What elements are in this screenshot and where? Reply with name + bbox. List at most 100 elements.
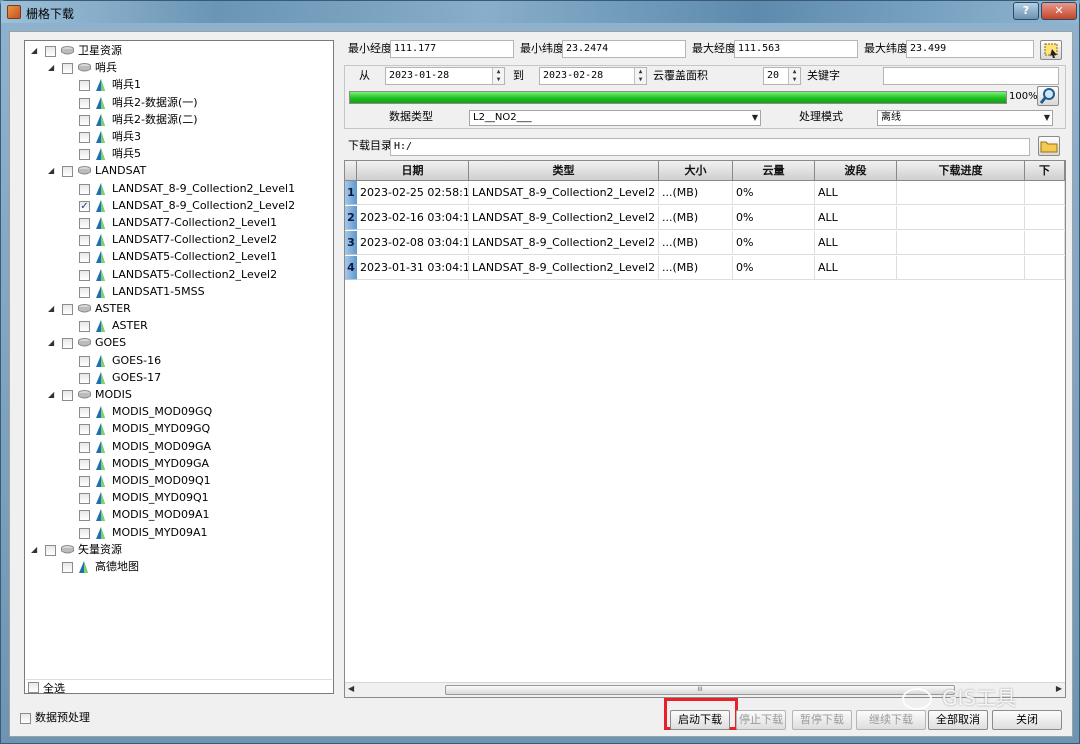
browse-folder-button[interactable] xyxy=(1038,136,1060,156)
tree-checkbox[interactable] xyxy=(79,407,90,419)
preprocess-checkbox[interactable] xyxy=(20,713,31,724)
table-cell[interactable] xyxy=(897,206,1025,230)
table-cell[interactable]: LANDSAT_8-9_Collection2_Level2 xyxy=(469,181,659,205)
tree-checkbox[interactable] xyxy=(62,562,73,573)
keyword-field[interactable] xyxy=(883,67,1059,85)
close-button[interactable]: 关闭 xyxy=(992,710,1062,730)
scroll-left-icon[interactable]: ◀ xyxy=(348,684,354,693)
tree-item--5[interactable]: 哨兵5 xyxy=(25,146,325,162)
tree-item[interactable]: 高德地图 xyxy=(25,559,325,575)
from-date-spinner[interactable]: ▲ ▼ xyxy=(492,68,504,84)
table-cell[interactable]: 0% xyxy=(733,231,815,255)
to-date-field[interactable]: 2023-02-28 ▲ ▼ xyxy=(539,67,647,85)
cloud-spinner[interactable]: ▲ ▼ xyxy=(788,68,800,84)
table-cell[interactable]: ALL xyxy=(815,181,897,205)
min-lon-field[interactable]: 111.177 xyxy=(390,40,514,58)
tree-item-modis-myd09gq[interactable]: MODIS_MYD09GQ xyxy=(25,421,325,437)
tree-item-aster[interactable]: ASTER xyxy=(25,318,325,334)
close-window-button[interactable]: ✕ xyxy=(1041,2,1077,20)
row-header[interactable]: 1 xyxy=(345,181,357,205)
column-header[interactable]: 日期 xyxy=(357,161,469,181)
tree-expander-icon[interactable]: ◢ xyxy=(48,387,58,403)
tree-checkbox[interactable] xyxy=(79,235,90,247)
select-all-checkbox[interactable] xyxy=(28,682,39,693)
tree-expander-icon[interactable]: ◢ xyxy=(48,163,58,179)
tree-checkbox[interactable] xyxy=(45,544,56,556)
tree-checkbox[interactable] xyxy=(79,80,90,92)
table-cell[interactable] xyxy=(897,181,1025,205)
tree-item-modis-myd09a1[interactable]: MODIS_MYD09A1 xyxy=(25,525,325,541)
download-dir-field[interactable]: H:/ xyxy=(390,138,1030,156)
tree-checkbox[interactable] xyxy=(79,424,90,436)
scroll-right-icon[interactable]: ▶ xyxy=(1056,684,1062,693)
table-cell[interactable] xyxy=(1025,206,1065,230)
tree-item-landsat7-collection2-level2[interactable]: LANDSAT7-Collection2_Level2 xyxy=(25,232,325,248)
tree-item-modis-mod09q1[interactable]: MODIS_MOD09Q1 xyxy=(25,473,325,489)
tree-item[interactable]: ◢ 矢量资源 xyxy=(25,542,325,558)
pick-extent-button[interactable] xyxy=(1040,40,1062,60)
data-type-select[interactable]: L2__NO2___ ▼ xyxy=(469,110,761,126)
column-header[interactable]: 大小 xyxy=(659,161,733,181)
tree-checkbox[interactable] xyxy=(62,304,73,315)
tree-item-landsat1-5mss[interactable]: LANDSAT1-5MSS xyxy=(25,284,325,300)
tree-item-landsat-8-9-collection2-level1[interactable]: LANDSAT_8-9_Collection2_Level1 xyxy=(25,181,325,197)
table-cell[interactable]: 2023-02-16 03:04:15 xyxy=(357,206,469,230)
stop-download-button[interactable]: 停止下载 xyxy=(736,710,786,730)
tree-item-landsat-8-9-collection2-level2[interactable]: ✓ LANDSAT_8-9_Collection2_Level2 xyxy=(25,198,325,214)
table-cell[interactable]: LANDSAT_8-9_Collection2_Level2 xyxy=(469,256,659,280)
table-cell[interactable]: ALL xyxy=(815,256,897,280)
tree-item-modis-myd09ga[interactable]: MODIS_MYD09GA xyxy=(25,456,325,472)
tree-checkbox[interactable] xyxy=(79,441,90,453)
column-header[interactable]: 下 xyxy=(1025,161,1065,181)
scroll-thumb[interactable]: III xyxy=(445,685,955,695)
tree-checkbox[interactable] xyxy=(79,183,90,195)
table-cell[interactable]: ...(MB) xyxy=(659,231,733,255)
tree-expander-icon[interactable]: ◢ xyxy=(48,301,58,317)
tree-checkbox[interactable] xyxy=(79,527,90,539)
tree-item-landsat5-collection2-level2[interactable]: LANDSAT5-Collection2_Level2 xyxy=(25,267,325,283)
tree-item[interactable]: ◢ 哨兵 xyxy=(25,60,325,76)
min-lat-field[interactable]: 23.2474 xyxy=(562,40,686,58)
tree-expander-icon[interactable]: ◢ xyxy=(31,43,41,59)
table-cell[interactable]: 2023-02-25 02:58:18 xyxy=(357,181,469,205)
tree-checkbox[interactable] xyxy=(79,510,90,522)
tree-checkbox[interactable]: ✓ xyxy=(79,200,90,212)
table-cell[interactable] xyxy=(1025,231,1065,255)
tree-checkbox[interactable] xyxy=(79,97,90,109)
tree-item-modis-mod09a1[interactable]: MODIS_MOD09A1 xyxy=(25,507,325,523)
tree-item--3[interactable]: 哨兵3 xyxy=(25,129,325,145)
cancel-all-button[interactable]: 全部取消 xyxy=(928,710,988,730)
tree-item--2-[interactable]: 哨兵2-数据源(二) xyxy=(25,112,325,128)
table-cell[interactable] xyxy=(897,256,1025,280)
tree-item-goes[interactable]: ◢ GOES xyxy=(25,335,325,351)
tree-item-modis-mod09ga[interactable]: MODIS_MOD09GA xyxy=(25,439,325,455)
tree-checkbox[interactable] xyxy=(62,338,73,350)
tree-checkbox[interactable] xyxy=(79,321,90,333)
tree-item[interactable]: ◢ 卫星资源 xyxy=(25,43,325,59)
start-download-button[interactable]: 启动下载 xyxy=(670,710,730,730)
pause-download-button[interactable]: 暂停下载 xyxy=(792,710,852,730)
tree-item-landsat7-collection2-level1[interactable]: LANDSAT7-Collection2_Level1 xyxy=(25,215,325,231)
max-lon-field[interactable]: 111.563 xyxy=(734,40,858,58)
tree-checkbox[interactable] xyxy=(45,46,56,57)
tree-expander-icon[interactable]: ◢ xyxy=(48,60,58,76)
tree-checkbox[interactable] xyxy=(79,132,90,143)
tree-checkbox[interactable] xyxy=(79,355,90,367)
tree-checkbox[interactable] xyxy=(79,149,90,161)
process-mode-select[interactable]: 离线 ▼ xyxy=(877,110,1053,126)
to-date-spinner[interactable]: ▲ ▼ xyxy=(634,68,646,84)
tree-expander-icon[interactable]: ◢ xyxy=(48,335,58,351)
table-cell[interactable]: ALL xyxy=(815,206,897,230)
table-cell[interactable]: ALL xyxy=(815,231,897,255)
tree-item-aster[interactable]: ◢ ASTER xyxy=(25,301,325,317)
resume-download-button[interactable]: 继续下载 xyxy=(856,710,926,730)
table-cell[interactable]: 2023-02-08 03:04:10 xyxy=(357,231,469,255)
row-header[interactable]: 3 xyxy=(345,231,357,255)
tree-item-modis-myd09q1[interactable]: MODIS_MYD09Q1 xyxy=(25,490,325,506)
table-cell[interactable]: LANDSAT_8-9_Collection2_Level2 xyxy=(469,231,659,255)
tree-checkbox[interactable] xyxy=(62,390,73,401)
row-header[interactable]: 4 xyxy=(345,256,357,280)
tree-checkbox[interactable] xyxy=(79,252,90,264)
tree-checkbox[interactable] xyxy=(62,166,73,178)
tree-checkbox[interactable] xyxy=(79,218,90,229)
